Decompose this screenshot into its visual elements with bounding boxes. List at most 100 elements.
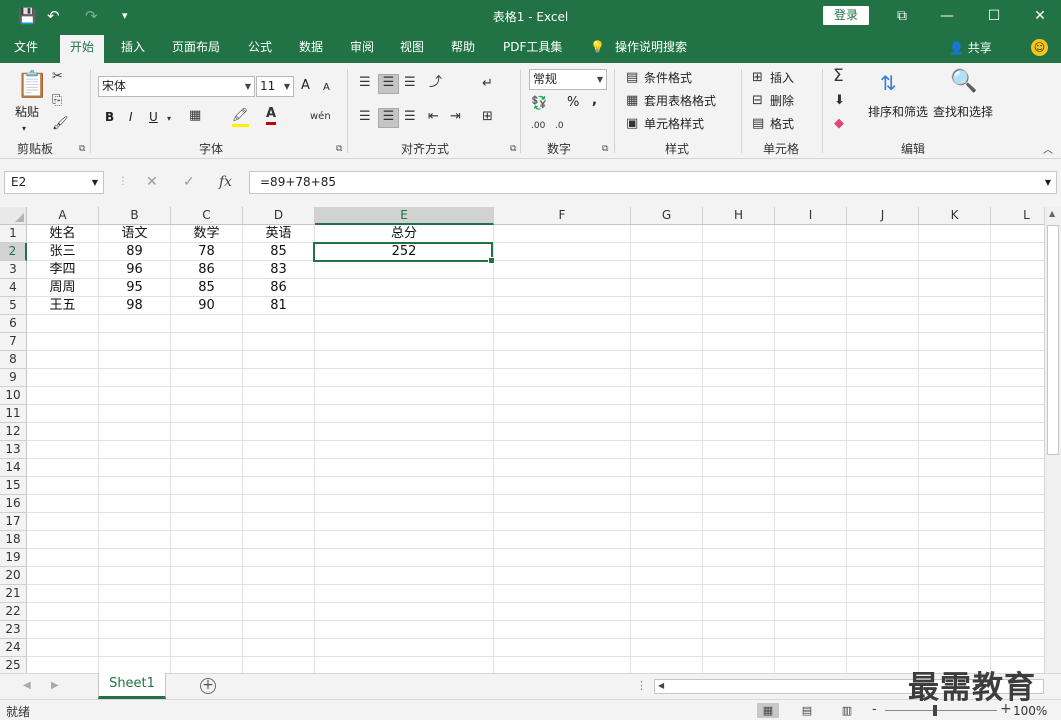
cell-g12[interactable] bbox=[631, 423, 703, 441]
cell-f13[interactable] bbox=[494, 441, 631, 459]
cell-f10[interactable] bbox=[494, 387, 631, 405]
cell-b24[interactable] bbox=[99, 639, 171, 657]
font-name-combo[interactable]: 宋体 ▼ bbox=[98, 76, 255, 97]
cell-e6[interactable] bbox=[315, 315, 494, 333]
cell-a23[interactable] bbox=[27, 621, 99, 639]
cell-d25[interactable] bbox=[243, 657, 315, 673]
cell-d4[interactable]: 86 bbox=[243, 279, 315, 297]
cell-i6[interactable] bbox=[775, 315, 847, 333]
row-header[interactable]: 11 bbox=[0, 405, 27, 423]
cell-e4[interactable] bbox=[315, 279, 494, 297]
cell-c24[interactable] bbox=[171, 639, 243, 657]
tab-file[interactable]: 文件 bbox=[14, 39, 38, 56]
cell-l5[interactable] bbox=[991, 297, 1044, 315]
cell-g13[interactable] bbox=[631, 441, 703, 459]
insert-function-icon[interactable]: fx bbox=[219, 174, 232, 190]
cell-a21[interactable] bbox=[27, 585, 99, 603]
column-header-f[interactable]: F bbox=[494, 207, 631, 225]
cell-g8[interactable] bbox=[631, 351, 703, 369]
cell-f9[interactable] bbox=[494, 369, 631, 387]
format-cells-button[interactable]: 格式 bbox=[770, 116, 794, 132]
tab-home[interactable]: 开始 bbox=[60, 35, 105, 63]
cell-b22[interactable] bbox=[99, 603, 171, 621]
cell-l16[interactable] bbox=[991, 495, 1044, 513]
paste-icon[interactable]: 📋 bbox=[16, 71, 48, 99]
number-format-combo[interactable]: 常规 ▼ bbox=[529, 69, 607, 90]
cell-b21[interactable] bbox=[99, 585, 171, 603]
cell-k11[interactable] bbox=[919, 405, 991, 423]
row-header[interactable]: 1 bbox=[0, 225, 27, 243]
cell-k12[interactable] bbox=[919, 423, 991, 441]
cell-h25[interactable] bbox=[703, 657, 775, 673]
maximize-icon[interactable]: ☐ bbox=[979, 4, 1009, 28]
cell-h2[interactable] bbox=[703, 243, 775, 261]
orientation-icon[interactable]: ⤴ bbox=[429, 75, 442, 91]
insert-cells-icon[interactable]: ⊞ bbox=[752, 70, 763, 86]
cell-k5[interactable] bbox=[919, 297, 991, 315]
cell-a9[interactable] bbox=[27, 369, 99, 387]
cell-i22[interactable] bbox=[775, 603, 847, 621]
cell-k7[interactable] bbox=[919, 333, 991, 351]
cell-d5[interactable]: 81 bbox=[243, 297, 315, 315]
conditional-format-icon[interactable]: ▤ bbox=[626, 70, 638, 86]
column-header-e[interactable]: E bbox=[315, 207, 494, 225]
number-dialog-launcher-icon[interactable]: ⧉ bbox=[602, 144, 608, 154]
cell-l21[interactable] bbox=[991, 585, 1044, 603]
delete-cells-button[interactable]: 删除 bbox=[770, 93, 794, 109]
cell-a6[interactable] bbox=[27, 315, 99, 333]
cell-g18[interactable] bbox=[631, 531, 703, 549]
cell-h14[interactable] bbox=[703, 459, 775, 477]
phonetic-icon[interactable]: wén bbox=[310, 109, 331, 125]
tab-page-layout[interactable]: 页面布局 bbox=[172, 39, 220, 56]
cell-a15[interactable] bbox=[27, 477, 99, 495]
cell-j5[interactable] bbox=[847, 297, 919, 315]
cell-l19[interactable] bbox=[991, 549, 1044, 567]
share-button[interactable]: 👤 共享 bbox=[949, 39, 992, 56]
cell-l8[interactable] bbox=[991, 351, 1044, 369]
cell-e21[interactable] bbox=[315, 585, 494, 603]
cell-a18[interactable] bbox=[27, 531, 99, 549]
cell-b14[interactable] bbox=[99, 459, 171, 477]
cell-j3[interactable] bbox=[847, 261, 919, 279]
cell-d6[interactable] bbox=[243, 315, 315, 333]
cell-j22[interactable] bbox=[847, 603, 919, 621]
find-select-icon[interactable]: 🔍 bbox=[950, 70, 977, 94]
cell-e23[interactable] bbox=[315, 621, 494, 639]
cell-f19[interactable] bbox=[494, 549, 631, 567]
cell-c19[interactable] bbox=[171, 549, 243, 567]
cell-b25[interactable] bbox=[99, 657, 171, 673]
cell-b2[interactable]: 89 bbox=[99, 243, 171, 261]
cell-l13[interactable] bbox=[991, 441, 1044, 459]
cell-j12[interactable] bbox=[847, 423, 919, 441]
cell-b13[interactable] bbox=[99, 441, 171, 459]
cell-i19[interactable] bbox=[775, 549, 847, 567]
zoom-slider[interactable] bbox=[885, 710, 997, 711]
cell-c9[interactable] bbox=[171, 369, 243, 387]
cell-l14[interactable] bbox=[991, 459, 1044, 477]
cell-h5[interactable] bbox=[703, 297, 775, 315]
cell-h19[interactable] bbox=[703, 549, 775, 567]
cell-d7[interactable] bbox=[243, 333, 315, 351]
ribbon-display-options-icon[interactable]: ⧉ bbox=[887, 4, 917, 28]
cell-b18[interactable] bbox=[99, 531, 171, 549]
cell-j11[interactable] bbox=[847, 405, 919, 423]
cell-h16[interactable] bbox=[703, 495, 775, 513]
cell-a20[interactable] bbox=[27, 567, 99, 585]
cell-d12[interactable] bbox=[243, 423, 315, 441]
cell-h22[interactable] bbox=[703, 603, 775, 621]
cell-g2[interactable] bbox=[631, 243, 703, 261]
cell-j18[interactable] bbox=[847, 531, 919, 549]
clipboard-dialog-launcher-icon[interactable]: ⧉ bbox=[79, 144, 85, 154]
sort-filter-icon[interactable]: ⇅ bbox=[880, 72, 897, 94]
cell-k21[interactable] bbox=[919, 585, 991, 603]
row-header[interactable]: 20 bbox=[0, 567, 27, 585]
cell-f22[interactable] bbox=[494, 603, 631, 621]
row-header[interactable]: 12 bbox=[0, 423, 27, 441]
cell-i23[interactable] bbox=[775, 621, 847, 639]
cell-k22[interactable] bbox=[919, 603, 991, 621]
vertical-scroll-thumb[interactable] bbox=[1047, 225, 1059, 455]
cell-l24[interactable] bbox=[991, 639, 1044, 657]
cell-h9[interactable] bbox=[703, 369, 775, 387]
cell-k4[interactable] bbox=[919, 279, 991, 297]
cell-j21[interactable] bbox=[847, 585, 919, 603]
